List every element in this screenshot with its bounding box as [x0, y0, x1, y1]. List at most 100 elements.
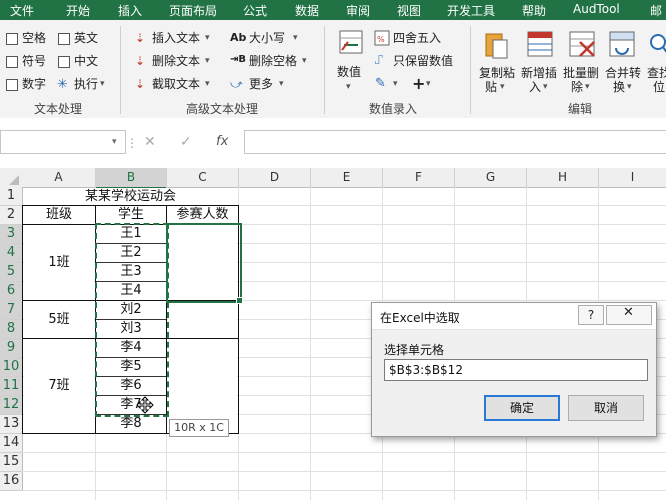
header-student-cell[interactable]: 学生	[96, 206, 166, 224]
tab-insert[interactable]: 插入	[118, 2, 142, 19]
tab-data[interactable]: 数据	[295, 2, 319, 19]
tab-home[interactable]: 开始	[66, 2, 90, 19]
chevron-down-icon: ▾	[500, 82, 505, 92]
extract-text-button[interactable]: 截取文本	[152, 77, 200, 92]
header-class-cell[interactable]: 班级	[23, 206, 95, 224]
class-cell-5[interactable]: 5班	[23, 301, 95, 338]
class-cell-1[interactable]: 1班	[23, 225, 95, 300]
row-header-11[interactable]: 11	[0, 377, 23, 396]
range-input[interactable]: $B$3:$B$12	[384, 359, 648, 381]
group-label-text: 文本处理	[34, 102, 83, 116]
option-english-label: 英文	[74, 31, 99, 45]
more-button[interactable]: 更多	[249, 77, 273, 92]
tab-developer[interactable]: 开发工具	[447, 2, 495, 19]
select-range-dialog: 在Excel中选取 ? ✕ 选择单元格 $B$3:$B$12 确定 取消	[371, 302, 657, 437]
delete-text-button[interactable]: 删除文本	[152, 54, 200, 69]
checkbox-symbol[interactable]	[6, 56, 18, 68]
sheet-title-cell[interactable]: 某某学校运动会	[23, 188, 238, 205]
row-header-4[interactable]: 4	[0, 244, 23, 263]
select-all-triangle-icon	[9, 175, 19, 185]
case-button[interactable]: 大小写	[249, 31, 285, 46]
fill-handle[interactable]	[236, 297, 243, 304]
row-header-6[interactable]: 6	[0, 282, 23, 301]
chevron-down-icon: ▾	[100, 79, 105, 89]
tab-review[interactable]: 审阅	[346, 2, 370, 19]
column-header-f[interactable]: F	[383, 168, 455, 188]
move-cursor-icon	[136, 396, 154, 414]
row-header-5[interactable]: 5	[0, 263, 23, 282]
more-icon: ⤻	[230, 77, 243, 91]
value-button[interactable]: 数值	[337, 65, 361, 80]
name-box[interactable]	[0, 130, 126, 154]
remove-space-button[interactable]: 删除空格	[249, 54, 297, 69]
header-count-cell[interactable]: 参赛人数	[167, 206, 238, 224]
column-header-a[interactable]: A	[22, 168, 96, 188]
chevron-down-icon: ▾	[112, 137, 117, 147]
row-header-10[interactable]: 10	[0, 358, 23, 377]
insert-text-button[interactable]: 插入文本	[152, 31, 200, 46]
row-header-16[interactable]: 16	[0, 472, 23, 491]
student-cell[interactable]: 李8	[96, 415, 166, 433]
row-header-9[interactable]: 9	[0, 339, 23, 358]
tab-mail[interactable]: 邮	[650, 2, 662, 19]
column-header-c[interactable]: C	[167, 168, 239, 188]
copy-paste-button[interactable]: 复制粘	[479, 66, 515, 81]
delete-text-icon: ⇣	[135, 54, 146, 68]
option-chinese-label: 中文	[74, 54, 99, 68]
select-cells-label: 选择单元格	[384, 343, 445, 357]
merge-convert-button[interactable]: 合并转	[605, 66, 641, 81]
plus-icon[interactable]: +	[412, 74, 425, 93]
column-header-g[interactable]: G	[455, 168, 527, 188]
option-symbol-label: 符号	[22, 54, 47, 68]
insert-button[interactable]: 新增插	[521, 66, 557, 81]
formula-input[interactable]	[244, 130, 666, 154]
column-header-h[interactable]: H	[527, 168, 599, 188]
tab-view[interactable]: 视图	[397, 2, 421, 19]
cancel-button[interactable]: 取消	[568, 395, 644, 421]
row-header-7[interactable]: 7	[0, 301, 23, 320]
enter-icon[interactable]: ✓	[180, 134, 192, 150]
gridline	[22, 471, 666, 472]
option-number-label: 数字	[22, 77, 47, 91]
ok-button[interactable]: 确定	[484, 395, 560, 421]
tab-page-layout[interactable]: 页面布局	[169, 2, 217, 19]
keep-values-button[interactable]: 只保留数值	[393, 54, 453, 69]
help-button[interactable]: ?	[578, 305, 604, 325]
row-header-2[interactable]: 2	[0, 206, 23, 225]
insert-button-line2: 入	[529, 80, 542, 94]
column-header-d[interactable]: D	[239, 168, 311, 188]
chevron-down-icon: ▾	[426, 79, 431, 89]
batch-delete-button[interactable]: 批量删	[563, 66, 599, 81]
row-header-8[interactable]: 8	[0, 320, 23, 339]
row-header-13[interactable]: 13	[0, 415, 23, 434]
tab-file[interactable]: 文件	[10, 2, 34, 19]
class-cell-7[interactable]: 7班	[23, 339, 95, 433]
row-header-12[interactable]: 12	[0, 396, 23, 415]
column-header-b[interactable]: B	[96, 168, 167, 189]
active-cell-selection[interactable]	[166, 223, 242, 303]
insert-function-icon[interactable]: fx	[216, 134, 228, 149]
tab-help[interactable]: 帮助	[522, 2, 546, 19]
tab-audtool[interactable]: AudTool	[573, 2, 620, 16]
svg-text:%: %	[377, 35, 385, 44]
column-header-i[interactable]: I	[599, 168, 666, 188]
row-header-14[interactable]: 14	[0, 434, 23, 453]
tab-formulas[interactable]: 公式	[243, 2, 267, 19]
round-button[interactable]: 四舍五入	[393, 31, 441, 46]
find-locate-button[interactable]: 查找	[647, 66, 666, 81]
column-header-e[interactable]: E	[311, 168, 383, 188]
merge-convert-icon	[609, 31, 635, 57]
checkbox-chinese[interactable]	[58, 56, 70, 68]
execute-button[interactable]: 执行	[74, 77, 98, 92]
row-header-1[interactable]: 1	[0, 187, 23, 206]
row-header-3[interactable]: 3	[0, 225, 23, 244]
cancel-icon[interactable]: ✕	[144, 134, 156, 150]
chevron-down-icon: ▾	[279, 79, 284, 89]
checkbox-english[interactable]	[58, 33, 70, 45]
chevron-down-icon: ▾	[205, 56, 210, 66]
row-header-15[interactable]: 15	[0, 453, 23, 472]
checkbox-space[interactable]	[6, 33, 18, 45]
divider	[120, 26, 121, 114]
checkbox-number[interactable]	[6, 79, 18, 91]
chevron-down-icon: ▾	[302, 56, 307, 66]
